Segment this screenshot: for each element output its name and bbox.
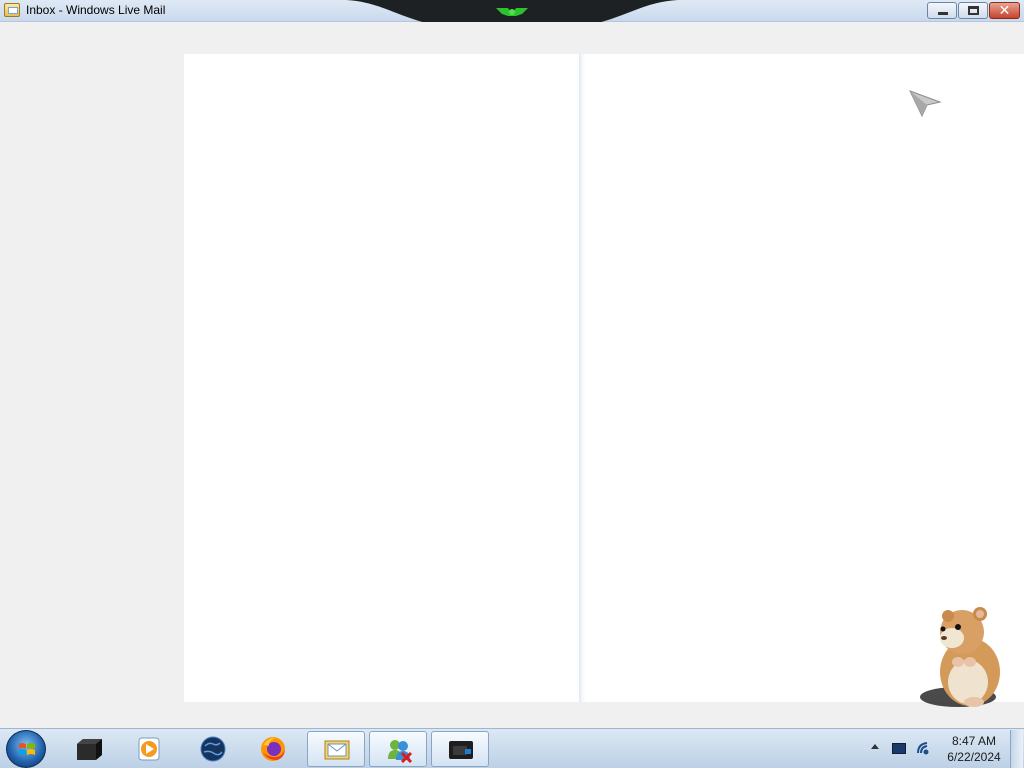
clock-time: 8:47 AM — [951, 734, 997, 748]
firefox-icon — [261, 737, 285, 761]
taskbar: 8:47 AM 6/22/2024 — [0, 728, 1024, 768]
network-icon[interactable] — [916, 741, 930, 756]
media-player-icon — [138, 737, 160, 761]
pane-splitter[interactable] — [579, 54, 586, 702]
restore-icon — [968, 6, 979, 15]
taskbar-item-command-prompt[interactable] — [60, 731, 118, 767]
message-list-pane[interactable] — [184, 54, 579, 702]
windows-live-mail-icon[interactable] — [4, 3, 20, 17]
close-icon: ✕ — [998, 2, 1011, 18]
monitor-icon[interactable] — [892, 743, 906, 754]
close-button[interactable]: ✕ — [989, 2, 1020, 19]
minimize-button[interactable] — [927, 2, 957, 19]
taskbar-item-globe-browser[interactable] — [184, 731, 242, 767]
windows-start-icon — [19, 743, 35, 755]
remote-desktop-icon — [449, 741, 473, 759]
system-tray: 8:47 AM 6/22/2024 — [868, 729, 1008, 768]
windows-live-mail-icon — [324, 740, 350, 760]
restore-button[interactable] — [958, 2, 988, 19]
client-area — [0, 22, 1024, 728]
taskbar-clock[interactable]: 8:47 AM 6/22/2024 — [941, 733, 1007, 765]
taskbar-item-firefox[interactable] — [244, 731, 302, 767]
clock-date: 6/22/2024 — [947, 750, 1001, 764]
mouse-cursor-icon — [909, 90, 942, 118]
taskbar-item-messenger[interactable] — [369, 731, 427, 767]
taskbar-item-windows-live-mail[interactable] — [307, 731, 365, 767]
show-desktop-button[interactable] — [1010, 730, 1023, 768]
messenger-icon — [388, 740, 413, 763]
folder-pane[interactable] — [0, 54, 184, 702]
taskbar-item-remote-desktop[interactable] — [431, 731, 489, 767]
minimize-icon — [938, 12, 948, 15]
start-button[interactable] — [6, 730, 46, 768]
show-hidden-icons-icon[interactable] — [871, 744, 879, 749]
window-controls: ✕ — [927, 2, 1020, 19]
title-bar[interactable]: Inbox - Windows Live Mail ✕ — [0, 0, 1024, 28]
globe-browser-icon — [200, 736, 226, 762]
taskbar-item-media-player[interactable] — [120, 731, 178, 767]
command-prompt-icon — [77, 739, 102, 760]
window-title: Inbox - Windows Live Mail — [26, 3, 166, 17]
hamster-mascot-icon — [920, 607, 1000, 707]
